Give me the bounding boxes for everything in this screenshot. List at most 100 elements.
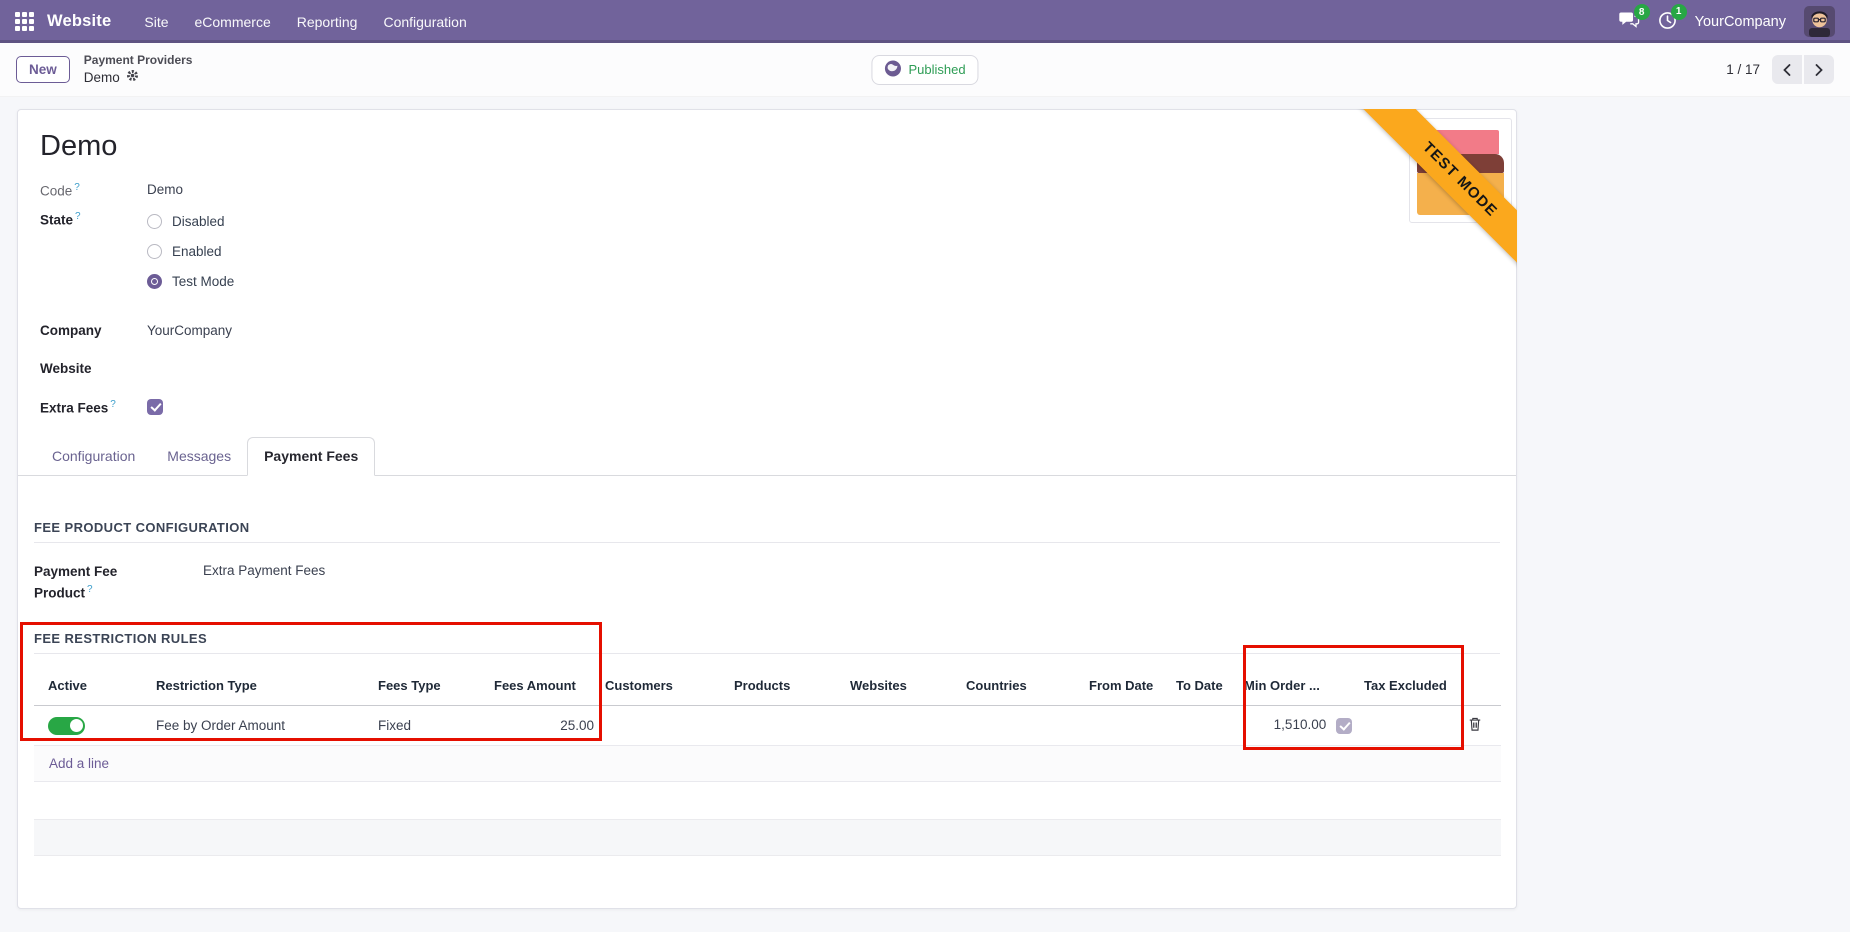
published-badge[interactable]: Published xyxy=(871,55,978,85)
delete-row-button[interactable] xyxy=(1464,714,1486,737)
state-label: State xyxy=(40,212,73,227)
from-date-cell[interactable] xyxy=(1083,706,1170,746)
products-cell[interactable] xyxy=(728,706,844,746)
menu-ecommerce[interactable]: eCommerce xyxy=(186,9,280,35)
payment-image-brown-band xyxy=(1417,154,1504,173)
payment-fee-product-label: Payment Fee Product xyxy=(34,564,117,601)
col-countries[interactable]: Countries xyxy=(960,654,1083,706)
activities-button[interactable]: 1 xyxy=(1658,11,1677,33)
col-products[interactable]: Products xyxy=(728,654,844,706)
col-restriction-type[interactable]: Restriction Type xyxy=(142,654,364,706)
radio-disabled[interactable] xyxy=(147,214,162,229)
col-from-date[interactable]: From Date xyxy=(1083,654,1170,706)
form-sheet: TEST MODE Demo Code? Demo State? Disable… xyxy=(17,109,1517,909)
payment-image-amber-band xyxy=(1417,173,1504,215)
empty-stripe-row xyxy=(34,820,1501,856)
col-tax-excluded[interactable]: Tax Excluded xyxy=(1356,654,1449,706)
col-customers[interactable]: Customers xyxy=(601,654,728,706)
fee-product-configuration-heading: FEE PRODUCT CONFIGURATION xyxy=(34,520,1500,543)
radio-enabled[interactable] xyxy=(147,244,162,259)
customers-cell[interactable] xyxy=(601,706,728,746)
help-icon: ? xyxy=(110,399,116,410)
gear-icon[interactable] xyxy=(126,69,139,87)
col-fees-amount[interactable]: Fees Amount xyxy=(494,654,601,706)
field-company: Company YourCompany xyxy=(40,321,1516,339)
empty-row xyxy=(34,782,1501,820)
radio-disabled-label: Disabled xyxy=(172,214,225,229)
fee-restriction-rules-heading: FEE RESTRICTION RULES xyxy=(34,631,1500,654)
notebook-tabs: Configuration Messages Payment Fees xyxy=(18,437,1516,476)
breadcrumb-payment-providers[interactable]: Payment Providers xyxy=(84,53,193,69)
navbar-systray: 8 1 YourCompany xyxy=(1619,6,1835,37)
company-value: YourCompany xyxy=(147,321,232,339)
add-a-line-row: Add a line xyxy=(34,746,1501,782)
field-code: Code? Demo xyxy=(40,180,1516,199)
tax-excluded-checkbox[interactable] xyxy=(1336,718,1352,734)
tab-messages[interactable]: Messages xyxy=(151,437,247,475)
new-button[interactable]: New xyxy=(16,56,70,83)
company-label: Company xyxy=(40,321,147,339)
pager-previous-button[interactable] xyxy=(1772,55,1802,84)
active-toggle[interactable] xyxy=(48,717,85,735)
field-state: State? Disabled Enabled Test Mode xyxy=(40,209,1516,295)
website-label: Website xyxy=(40,359,147,377)
restriction-type-cell[interactable]: Fee by Order Amount xyxy=(142,706,364,746)
code-value: Demo xyxy=(147,180,183,199)
field-payment-fee-product: Payment Fee Product? Extra Payment Fees xyxy=(34,563,1500,603)
messages-button[interactable]: 8 xyxy=(1619,11,1640,32)
col-min-order[interactable]: Min Order ... xyxy=(1244,654,1356,706)
extra-fees-checkbox[interactable] xyxy=(147,399,163,415)
company-switcher[interactable]: YourCompany xyxy=(1695,14,1786,30)
control-panel: New Payment Providers Demo Published 1 /… xyxy=(0,43,1850,97)
top-navbar: Website Site eCommerce Reporting Configu… xyxy=(0,0,1850,43)
fee-rules-table: Active Restriction Type Fees Type Fees A… xyxy=(34,654,1501,856)
payment-fee-product-value[interactable]: Extra Payment Fees xyxy=(203,563,325,603)
help-icon: ? xyxy=(74,182,80,193)
col-fees-type[interactable]: Fees Type xyxy=(364,654,494,706)
app-name[interactable]: Website xyxy=(47,12,111,31)
fees-type-cell[interactable]: Fixed xyxy=(364,706,494,746)
messages-count-badge: 8 xyxy=(1634,4,1650,20)
payment-fees-tab-content: FEE PRODUCT CONFIGURATION Payment Fee Pr… xyxy=(18,520,1516,857)
countries-cell[interactable] xyxy=(960,706,1083,746)
menu-configuration[interactable]: Configuration xyxy=(374,9,475,35)
field-extra-fees: Extra Fees? xyxy=(40,397,1516,418)
payment-method-image xyxy=(1409,118,1512,223)
websites-cell[interactable] xyxy=(844,706,960,746)
state-option-test-mode: Test Mode xyxy=(147,269,234,295)
user-avatar[interactable] xyxy=(1804,6,1835,37)
extra-fees-label: Extra Fees xyxy=(40,400,108,415)
menu-reporting[interactable]: Reporting xyxy=(288,9,367,35)
tab-payment-fees[interactable]: Payment Fees xyxy=(247,437,375,476)
col-to-date[interactable]: To Date xyxy=(1170,654,1244,706)
breadcrumb: Payment Providers Demo xyxy=(84,53,193,86)
code-label: Code xyxy=(40,184,72,199)
help-icon: ? xyxy=(87,584,93,595)
help-icon: ? xyxy=(75,211,81,222)
radio-enabled-label: Enabled xyxy=(172,244,222,259)
page-title: Demo xyxy=(40,128,1516,164)
to-date-cell[interactable] xyxy=(1170,706,1244,746)
col-websites[interactable]: Websites xyxy=(844,654,960,706)
table-header-row: Active Restriction Type Fees Type Fees A… xyxy=(34,654,1501,706)
add-a-line-link[interactable]: Add a line xyxy=(34,746,1501,782)
field-group: Code? Demo State? Disabled Enabled xyxy=(40,180,1516,418)
published-label: Published xyxy=(908,62,965,77)
pager-next-button[interactable] xyxy=(1804,55,1834,84)
activities-count-badge: 1 xyxy=(1671,4,1687,20)
fee-rule-row: Fee by Order Amount Fixed 25.00 1,510.00 xyxy=(34,706,1501,746)
tab-configuration[interactable]: Configuration xyxy=(36,437,151,475)
payment-image-pink-band xyxy=(1422,130,1499,154)
fee-restriction-rules-section: FEE RESTRICTION RULES Active Restriction… xyxy=(34,631,1500,856)
menu-site[interactable]: Site xyxy=(135,9,177,35)
globe-icon xyxy=(884,60,901,80)
state-option-enabled: Enabled xyxy=(147,239,234,265)
apps-grid-icon[interactable] xyxy=(15,12,35,32)
field-website: Website xyxy=(40,359,1516,377)
min-order-cell[interactable]: 1,510.00 xyxy=(1244,706,1356,746)
pager: 1 / 17 xyxy=(1726,55,1834,84)
radio-test-mode[interactable] xyxy=(147,274,162,289)
col-active[interactable]: Active xyxy=(34,654,142,706)
page-background: TEST MODE Demo Code? Demo State? Disable… xyxy=(0,97,1850,932)
fees-amount-cell[interactable]: 25.00 xyxy=(494,706,601,746)
